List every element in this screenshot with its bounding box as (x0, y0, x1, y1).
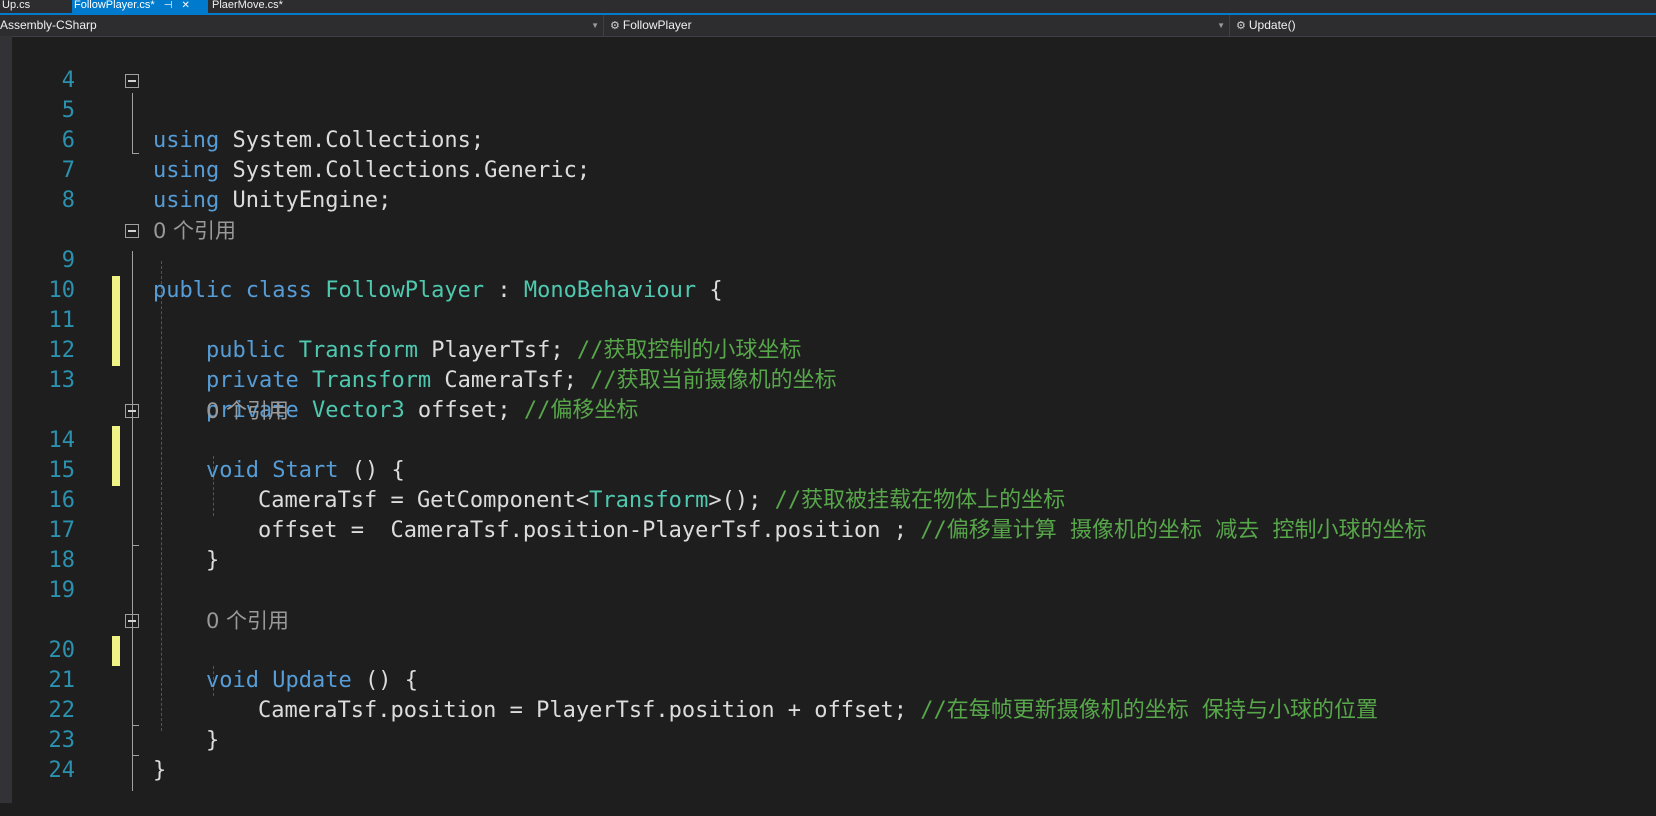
member-label: Update() (1248, 18, 1296, 32)
code-line: 10 (12, 246, 1656, 303)
document-tab-bar: Up.cs FollowPlayer.cs* ⊣ ✕ PlaerMove.cs* (0, 0, 1656, 15)
code-line: 21 CameraTsf.position = PlayerTsf.positi… (12, 636, 1656, 723)
tab-label: FollowPlayer.cs* (74, 0, 155, 11)
project-label: Assembly-CSharp (0, 18, 97, 32)
code-line: 5 using System.Collections; (12, 66, 1656, 153)
code-line: 23 } (12, 696, 1656, 783)
tab-followplayer-cs[interactable]: FollowPlayer.cs* ⊣ ✕ (72, 0, 208, 13)
method-icon: ⚙ (1236, 20, 1246, 32)
indicator-margin (0, 36, 12, 803)
type-label: FollowPlayer (622, 18, 692, 32)
line-number: 24 (48, 758, 76, 783)
project-dropdown[interactable]: Assembly-CSharp ▼ (0, 15, 604, 36)
code-text: } (153, 758, 167, 783)
close-icon[interactable]: ✕ (182, 0, 190, 11)
chevron-down-icon: ▼ (1217, 21, 1225, 30)
code-line: 17 } (12, 486, 1656, 573)
chevron-down-icon: ▼ (591, 21, 599, 30)
code-line: 11 public Transform PlayerTsf; //获取控制的小球… (12, 276, 1656, 363)
code-line: 18 (12, 516, 1656, 573)
code-line: 16 offset = CameraTsf.position-PlayerTsf… (12, 456, 1656, 543)
codelens-line: 0 个引用 (12, 576, 1656, 633)
tab-label: PlaerMove.cs* (212, 0, 283, 11)
tab-up-cs[interactable]: Up.cs (0, 0, 72, 13)
code-line: 19 (12, 546, 1656, 603)
tab-label: Up.cs (2, 0, 31, 11)
code-line: 4 (12, 36, 1656, 93)
code-line: 15 CameraTsf = GetComponent<Transform>()… (12, 426, 1656, 513)
code-line: 24 (12, 726, 1656, 783)
class-icon: ⚙ (610, 20, 620, 32)
code-line: 12 private Transform CameraTsf; //获取当前摄像… (12, 306, 1656, 393)
code-line: 22 } (12, 666, 1656, 753)
pin-icon[interactable]: ⊣ (164, 0, 173, 11)
type-dropdown[interactable]: ⚙ FollowPlayer ▼ (606, 15, 1230, 36)
code-line: 6 using System.Collections.Generic; (12, 96, 1656, 183)
code-line: 9 public class FollowPlayer : MonoBehavi… (12, 216, 1656, 303)
codelens-line: 0 个引用 (12, 186, 1656, 243)
tab-plaermove-cs[interactable]: PlaerMove.cs* (210, 0, 342, 13)
code-line: 14 void Start () { (12, 396, 1656, 483)
code-line: 8 (12, 156, 1656, 213)
code-line: 7 using UnityEngine; (12, 126, 1656, 213)
code-line: 13 private Vector3 offset; //偏移坐标 (12, 336, 1656, 423)
navigation-bar: Assembly-CSharp ▼ ⚙ FollowPlayer ▼ ⚙ Updat… (0, 15, 1656, 37)
code-editor[interactable]: 4 5 using System.Collections; 6 using Sy… (12, 36, 1656, 803)
member-dropdown[interactable]: ⚙ Update() (1232, 15, 1656, 36)
codelens-line: 0 个引用 (12, 366, 1656, 423)
code-line: 20 void Update () { (12, 606, 1656, 693)
